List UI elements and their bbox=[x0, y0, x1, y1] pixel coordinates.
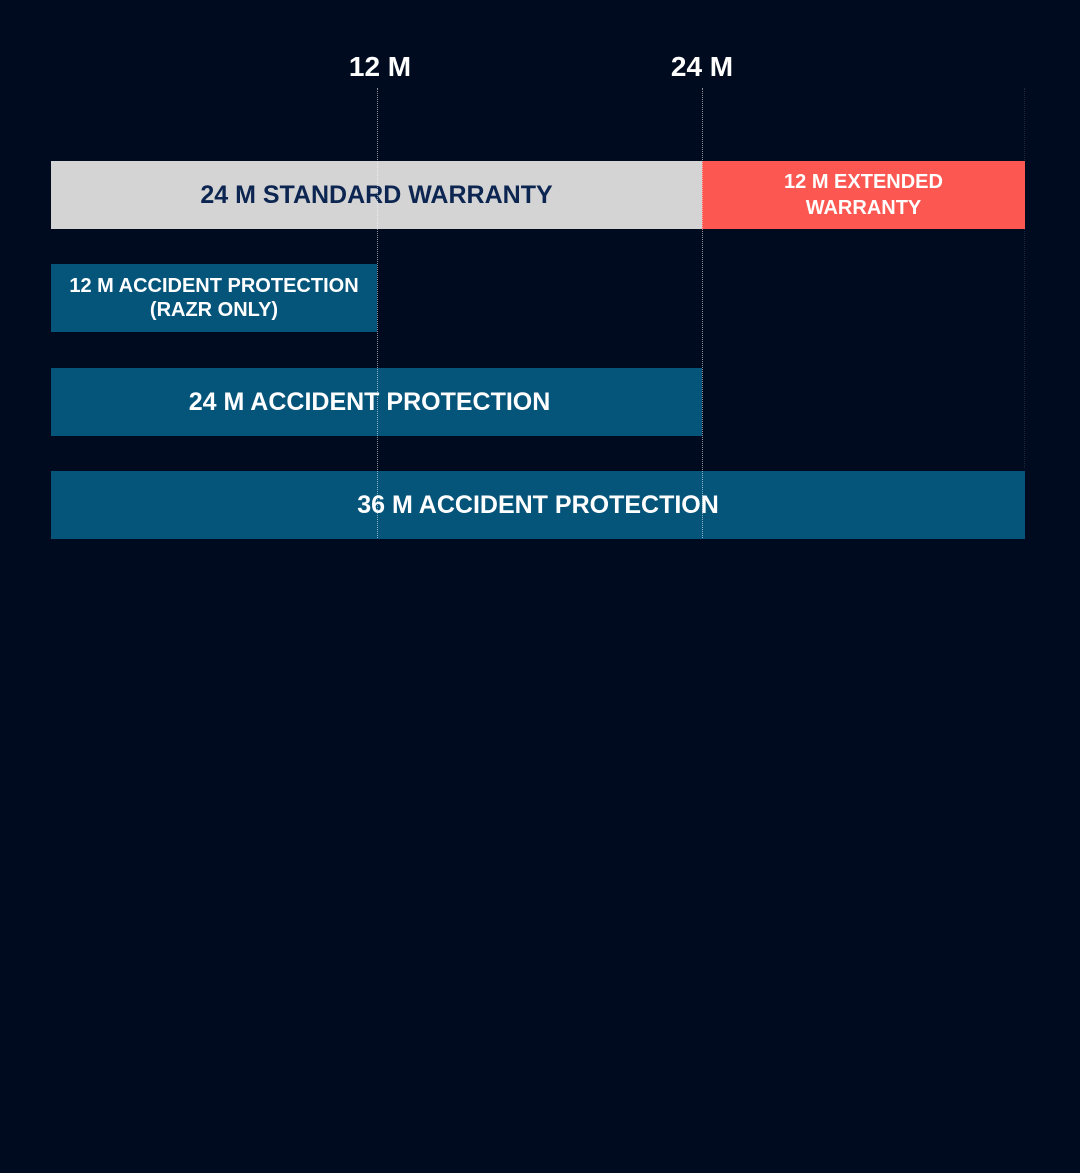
tick-line-12m bbox=[377, 88, 378, 538]
accident-protection-36m-bar: 36 M ACCIDENT PROTECTION bbox=[51, 471, 1025, 539]
tick-label-12m: 12 M bbox=[348, 51, 412, 82]
tick-label-24m: 24 M bbox=[670, 51, 734, 82]
accident-protection-12m-bar: 12 M ACCIDENT PROTECTION (RAZR ONLY) bbox=[51, 264, 377, 332]
accident-protection-36m-label: 36 M ACCIDENT PROTECTION bbox=[357, 490, 719, 519]
accident-protection-24m-label: 24 M ACCIDENT PROTECTION bbox=[188, 387, 551, 416]
extended-warranty-label: 12 M EXTENDED WARRANTY bbox=[784, 171, 943, 219]
tick-line-24m bbox=[702, 88, 703, 538]
extended-warranty-bar: 12 M EXTENDED WARRANTY bbox=[702, 161, 1025, 229]
tick-line-36m bbox=[1024, 88, 1025, 468]
accident-protection-12m-label: 12 M ACCIDENT PROTECTION (RAZR ONLY) bbox=[69, 275, 359, 321]
